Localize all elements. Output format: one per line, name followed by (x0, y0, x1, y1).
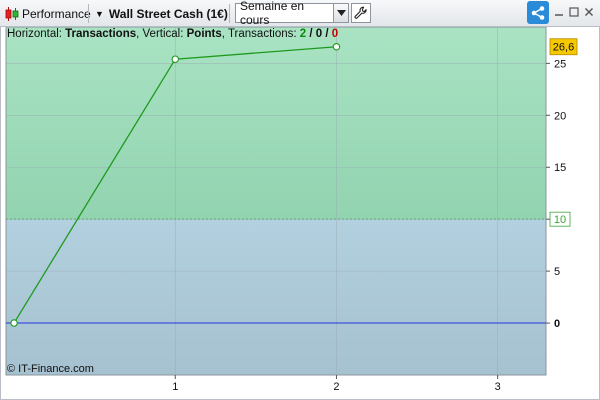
wrench-icon[interactable] (351, 3, 371, 23)
period-value: Semaine en cours (240, 0, 305, 27)
horizontal-label: Horizontal: (7, 28, 66, 40)
vertical-label: , Vertical: (136, 28, 187, 40)
vertical-value: Points (186, 28, 222, 40)
candlestick-icon[interactable] (3, 0, 21, 27)
period-select[interactable]: Semaine en cours (235, 0, 349, 27)
tx-separator: / (306, 28, 316, 40)
last-value-label: 26,6 (553, 42, 574, 54)
data-point[interactable] (171, 55, 180, 63)
share-icon[interactable] (527, 1, 549, 24)
threshold-label: 10 (554, 214, 566, 226)
y-tick-label: 0 (554, 318, 560, 330)
minimize-icon[interactable] (552, 4, 566, 20)
toolbar: Performance ▼ Wall Street Cash (1€) Sema… (0, 0, 600, 27)
toolbar-divider (88, 4, 89, 23)
transactions-label: , Transactions: (221, 28, 300, 40)
chart-panel: 05101520251231026,6 Horizontal: Transact… (0, 27, 600, 400)
chevron-down-icon[interactable] (333, 4, 348, 22)
performance-label[interactable]: Performance (22, 0, 91, 27)
toolbar-divider (229, 4, 230, 23)
instrument-selector[interactable]: ▼ Wall Street Cash (1€) (95, 0, 228, 27)
x-tick-label: 1 (172, 381, 178, 393)
x-tick-label: 3 (495, 381, 501, 393)
y-tick-label: 20 (554, 110, 566, 122)
y-tick-label: 5 (554, 266, 560, 278)
transactions-loss-count: 0 (331, 28, 339, 40)
y-tick-label: 15 (554, 162, 566, 174)
close-icon[interactable] (582, 4, 596, 20)
copyright-text: © IT-Finance.com (7, 363, 94, 375)
data-point[interactable] (332, 42, 341, 51)
horizontal-value: Transactions (65, 28, 137, 40)
performance-chart[interactable]: 05101520251231026,6 (1, 27, 599, 400)
below-threshold-zone (6, 219, 546, 375)
tx-separator: / (322, 28, 332, 40)
x-tick-label: 2 (333, 381, 339, 393)
data-point[interactable] (10, 319, 18, 327)
maximize-icon[interactable] (567, 4, 581, 20)
y-tick-label: 25 (554, 58, 566, 70)
chart-info-bar: Horizontal: Transactions, Vertical: Poin… (7, 27, 338, 41)
instrument-name: Wall Street Cash (1€) (108, 6, 228, 21)
caret-down-icon: ▼ (95, 8, 104, 19)
above-threshold-zone (6, 27, 546, 220)
